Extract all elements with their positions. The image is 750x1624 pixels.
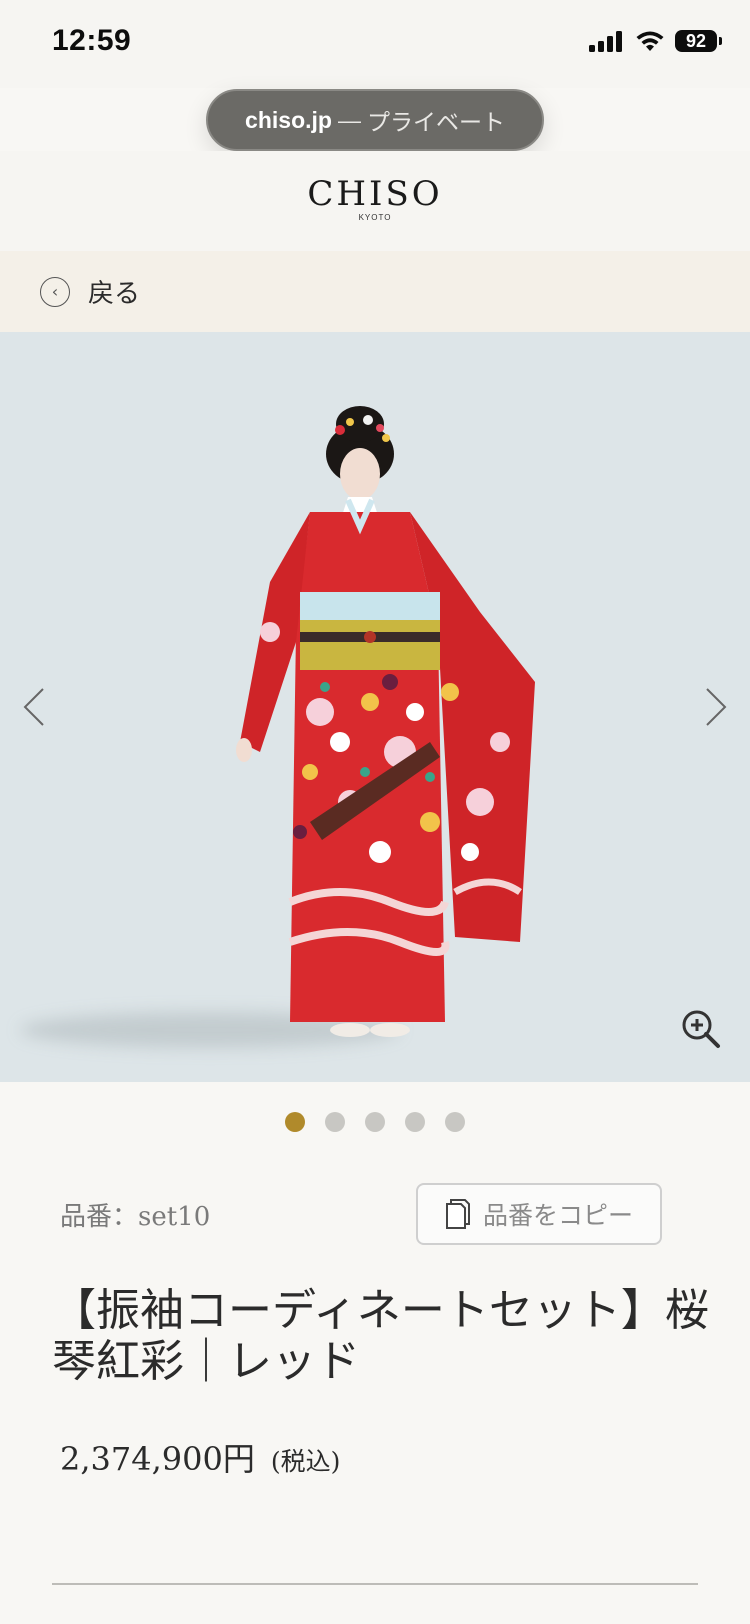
back-circle-icon[interactable]: ‹: [40, 276, 70, 307]
kimono-product-image: [236, 406, 535, 1037]
section-divider: [52, 1583, 698, 1585]
status-bar: 12:59 92: [0, 0, 750, 88]
carousel-dot[interactable]: [405, 1112, 425, 1132]
product-image-carousel[interactable]: [0, 332, 750, 1082]
carousel-dot[interactable]: [445, 1112, 465, 1132]
status-time: 12:59: [52, 24, 132, 57]
product-sku: 品番：set10: [60, 1201, 211, 1232]
chevron-right-icon: [706, 688, 727, 726]
back-bar[interactable]: ‹ 戻る: [0, 251, 750, 332]
url-separator: —: [337, 106, 361, 133]
site-logo[interactable]: CHISO: [307, 177, 442, 211]
copy-icon: [445, 1199, 470, 1229]
copy-sku-label: 品番をコピー: [482, 1201, 633, 1230]
carousel-prev-button[interactable]: [14, 682, 54, 732]
carousel-dot[interactable]: [325, 1112, 345, 1132]
product-title: 【振袖コーディネートセット】桜琴紅彩｜レッド: [52, 1285, 709, 1388]
tax-note: (税込): [270, 1447, 341, 1476]
carousel-dot[interactable]: [365, 1112, 385, 1132]
private-mode-label: プライベート: [366, 109, 505, 135]
price-row: 2,374,900円 (税込): [60, 1434, 340, 1480]
wifi-icon: [636, 31, 664, 51]
chevron-left-icon: [23, 688, 44, 726]
zoom-in-icon[interactable]: [680, 1008, 722, 1050]
site-logo-subtitle: KYOTO: [358, 213, 392, 222]
carousel-pagination: [0, 1112, 750, 1132]
carousel-dot[interactable]: [285, 1112, 305, 1132]
browser-url-bar[interactable]: chiso.jp — プライベート: [206, 89, 544, 151]
status-icons: 92: [589, 30, 722, 52]
carousel-next-button[interactable]: [696, 682, 736, 732]
site-header: CHISO KYOTO: [0, 151, 750, 251]
copy-sku-button[interactable]: 品番をコピー: [416, 1183, 662, 1245]
signal-icon: [589, 31, 622, 52]
url-domain: chiso.jp: [245, 106, 332, 133]
battery-indicator: 92: [675, 30, 722, 52]
sku-row: 品番：set10 品番をコピー: [60, 1183, 662, 1245]
back-label[interactable]: 戻る: [88, 273, 140, 310]
product-price: 2,374,900円: [60, 1440, 255, 1478]
battery-level: 92: [675, 30, 717, 52]
battery-cap: [719, 37, 722, 45]
